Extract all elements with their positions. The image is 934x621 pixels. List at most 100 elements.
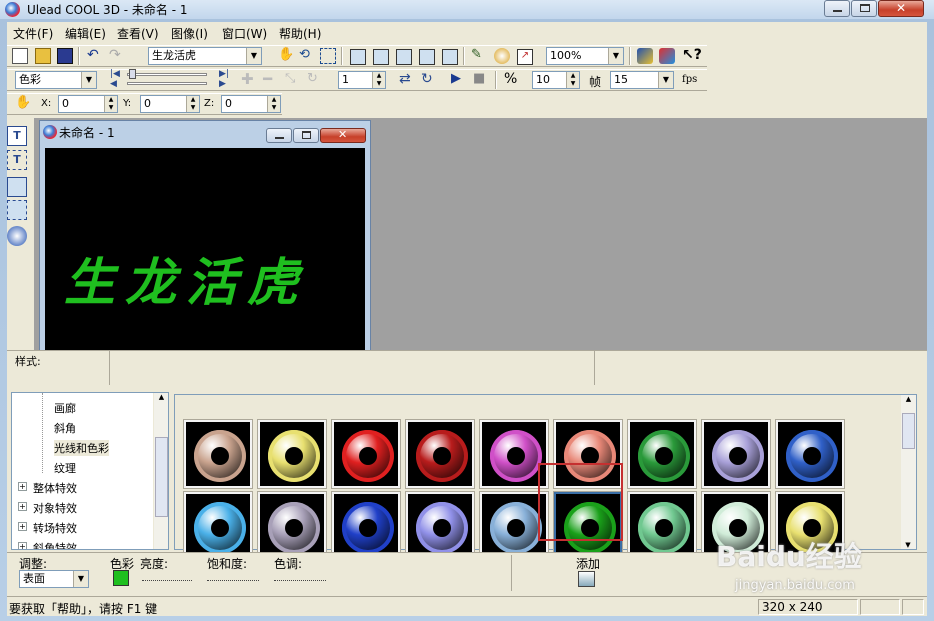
effect-thumbnail[interactable] xyxy=(331,419,401,489)
align-bottom-icon[interactable] xyxy=(442,49,458,65)
globe-icon[interactable] xyxy=(494,48,510,64)
scroll-up-icon[interactable]: ▲ xyxy=(901,395,916,403)
expand-icon[interactable]: + xyxy=(18,502,27,511)
menu-image[interactable]: 图像(I) xyxy=(171,25,208,42)
y-spinner[interactable]: 0 ▲ ▼ xyxy=(140,95,200,113)
timeline-track[interactable] xyxy=(127,73,207,76)
expand-icon[interactable]: + xyxy=(18,482,27,491)
spinner-arrows-icon[interactable]: ▲ ▼ xyxy=(186,96,199,112)
doc-restore-button[interactable] xyxy=(293,128,319,143)
timeline-track-2[interactable] xyxy=(127,82,207,85)
menu-help[interactable]: 帮助(H) xyxy=(279,25,321,42)
effect-thumbnail[interactable] xyxy=(627,491,697,561)
attribute-combo[interactable]: 色彩 ▼ xyxy=(15,71,97,89)
timeline-thumb[interactable] xyxy=(129,69,136,79)
expand-icon[interactable]: + xyxy=(18,542,27,549)
doc-close-button[interactable]: ✕ xyxy=(320,128,366,143)
spinner-arrows-icon[interactable]: ▲ ▼ xyxy=(372,72,385,88)
effect-thumbnail[interactable] xyxy=(405,491,475,561)
effect-thumbnail[interactable] xyxy=(257,491,327,561)
menu-file[interactable]: 文件(F) xyxy=(13,25,53,42)
magic-wand-icon[interactable]: ✎ xyxy=(471,48,487,64)
menu-window[interactable]: 窗口(W) xyxy=(222,25,267,42)
save-icon[interactable] xyxy=(57,48,73,64)
effect-thumbnail[interactable] xyxy=(183,491,253,561)
insert-graphic-icon[interactable] xyxy=(7,177,27,197)
split-keyframe-icon[interactable]: ⤡ xyxy=(285,72,301,88)
current-frame-spinner[interactable]: 1 ▲ ▼ xyxy=(338,71,386,89)
edit-path-icon[interactable]: ↗ xyxy=(517,49,533,65)
fps-combo[interactable]: 15 ▼ xyxy=(610,71,674,89)
align-left-icon[interactable] xyxy=(350,49,366,65)
play-icon[interactable]: ▶ xyxy=(451,71,467,87)
redo-icon[interactable]: ↷ xyxy=(109,48,125,64)
open-folder-icon[interactable] xyxy=(35,48,51,64)
edit-text-icon[interactable]: T xyxy=(7,150,27,170)
tree-group-global[interactable]: 整体特效 xyxy=(33,480,77,496)
canvas-3d-text[interactable]: 生龙活虎 xyxy=(64,241,308,315)
hue-slider[interactable] xyxy=(274,571,326,581)
spinner-arrows-icon[interactable]: ▲ ▼ xyxy=(104,96,117,112)
insert-geometry-icon[interactable] xyxy=(7,226,27,246)
remove-keyframe-icon[interactable]: ━ xyxy=(263,72,279,88)
new-file-icon[interactable] xyxy=(12,48,28,64)
tree-group-bevel[interactable]: 斜角特效 xyxy=(33,540,77,549)
zoom-combo[interactable]: 100% ▼ xyxy=(546,47,624,65)
stop-icon[interactable]: ■ xyxy=(473,71,489,87)
effect-thumbnail[interactable] xyxy=(775,419,845,489)
tree-item-gallery[interactable]: 画廊 xyxy=(54,400,76,416)
minimize-button[interactable] xyxy=(824,0,850,17)
edit-graphic-icon[interactable] xyxy=(7,200,27,220)
tree-group-transition[interactable]: 转场特效 xyxy=(33,520,77,536)
effect-thumbnail[interactable] xyxy=(405,419,475,489)
color-swatch[interactable] xyxy=(113,570,129,586)
undo-icon[interactable]: ↶ xyxy=(87,48,103,64)
text-object-combo[interactable]: 生龙活虎 ▼ xyxy=(148,47,262,65)
app-icon[interactable] xyxy=(5,2,20,17)
effect-thumbnail[interactable] xyxy=(183,419,253,489)
close-button[interactable]: ✕ xyxy=(878,0,924,17)
expand-icon[interactable]: + xyxy=(18,522,27,531)
tree-group-object[interactable]: 对象特效 xyxy=(33,500,77,516)
doc-minimize-button[interactable] xyxy=(266,128,292,143)
align-right-icon[interactable] xyxy=(396,49,412,65)
add-to-gallery-icon[interactable] xyxy=(578,571,595,587)
resize-grip-icon[interactable] xyxy=(902,599,924,615)
add-keyframe-icon[interactable]: ✚ xyxy=(241,72,257,88)
scroll-up-icon[interactable]: ▲ xyxy=(154,393,168,401)
effect-thumbnail[interactable] xyxy=(257,419,327,489)
saturation-slider[interactable] xyxy=(207,571,259,581)
menu-edit[interactable]: 编辑(E) xyxy=(65,25,106,42)
align-top-icon[interactable] xyxy=(419,49,435,65)
brightness-slider[interactable] xyxy=(142,571,192,581)
tree-item-texture[interactable]: 纹理 xyxy=(54,460,76,476)
insert-text-icon[interactable]: T xyxy=(7,126,27,146)
resize-icon[interactable] xyxy=(320,48,336,64)
reverse-icon[interactable]: ↻ xyxy=(307,72,323,88)
tree-scrollbar[interactable]: ▲ xyxy=(153,393,168,549)
total-frames-spinner[interactable]: 10 ▲ ▼ xyxy=(532,71,580,89)
align-center-icon[interactable] xyxy=(373,49,389,65)
adjust-combo[interactable]: 表面 ▼ xyxy=(19,570,89,588)
web-icon[interactable] xyxy=(659,48,675,64)
menu-view[interactable]: 查看(V) xyxy=(117,25,159,42)
x-spinner[interactable]: 0 ▲ ▼ xyxy=(58,95,118,113)
tree-item-bevel[interactable]: 斜角 xyxy=(54,420,76,436)
maximize-button[interactable] xyxy=(851,0,877,17)
smooth-icon[interactable]: % xyxy=(504,71,520,87)
context-help-icon[interactable]: ↖? xyxy=(682,47,702,63)
loop-icon[interactable]: ⇄ xyxy=(399,71,415,87)
scroll-down-icon[interactable]: ▼ xyxy=(901,541,915,549)
effect-thumbnail[interactable] xyxy=(701,419,771,489)
tree-item-light-color[interactable]: 光线和色彩 xyxy=(54,440,109,456)
spinner-arrows-icon[interactable]: ▲ ▼ xyxy=(267,96,280,112)
gallery-scrollbar[interactable]: ▲ ▼ xyxy=(900,395,916,549)
scroll-thumb[interactable] xyxy=(902,413,915,449)
export-icon[interactable] xyxy=(637,48,653,64)
effect-thumbnail[interactable] xyxy=(331,491,401,561)
hand-icon[interactable]: ✋ xyxy=(15,96,31,112)
preview-canvas[interactable]: 生龙活虎 xyxy=(45,148,365,351)
scroll-thumb[interactable] xyxy=(155,437,168,517)
rotate-icon[interactable]: ⟲ xyxy=(299,48,315,64)
z-spinner[interactable]: 0 ▲ ▼ xyxy=(221,95,281,113)
